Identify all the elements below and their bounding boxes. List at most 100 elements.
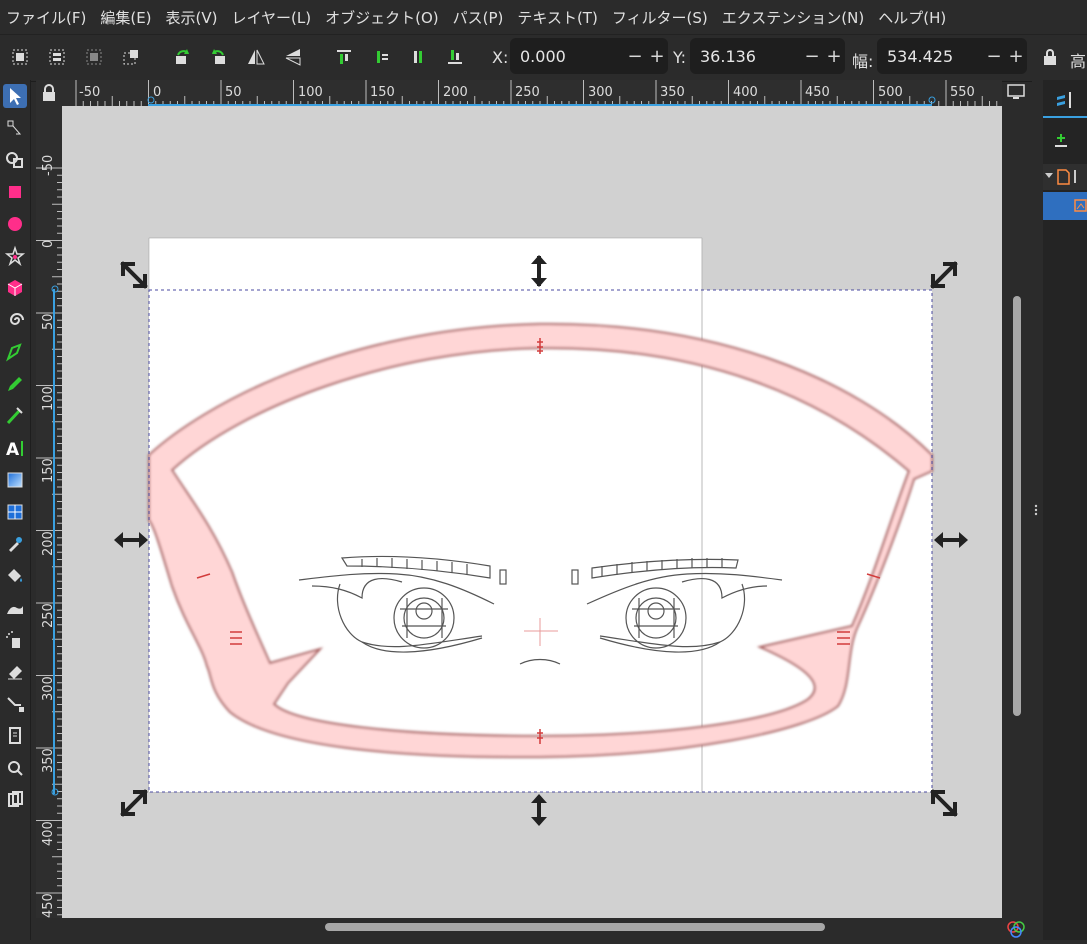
menu-edit[interactable]: 編集(E)	[100, 7, 151, 28]
text-icon[interactable]: A	[3, 436, 27, 460]
menu-view[interactable]: 表示(V)	[166, 7, 218, 28]
tweak-icon[interactable]	[3, 596, 27, 620]
vertical-scrollbar[interactable]	[1002, 106, 1032, 918]
vruler-label: 150	[41, 458, 56, 483]
star-icon[interactable]	[3, 244, 27, 268]
vruler-label: 400	[41, 821, 56, 846]
menu-object[interactable]: オブジェクト(O)	[325, 7, 439, 28]
x-label: X:	[492, 48, 509, 67]
ellipse-icon[interactable]	[3, 212, 27, 236]
gradient-icon[interactable]	[3, 468, 27, 492]
select-all-layers-icon[interactable]	[47, 47, 67, 67]
vertical-ruler[interactable]: -50 0 50 100 150 200 250 300 350 400 450	[36, 106, 62, 918]
dock-grip-icon[interactable]	[1033, 501, 1039, 516]
hruler-label: 200	[443, 85, 468, 100]
vruler-label: 50	[41, 313, 56, 330]
lower-icon[interactable]	[408, 47, 428, 67]
pencil-icon[interactable]	[3, 372, 27, 396]
color-management-icon[interactable]	[1004, 918, 1028, 940]
deselect-icon[interactable]	[84, 47, 104, 67]
menu-extensions[interactable]: エクステンション(N)	[722, 7, 864, 28]
toolbox: A	[0, 80, 31, 940]
pen-icon[interactable]	[3, 340, 27, 364]
connector-icon[interactable]	[3, 692, 27, 716]
menu-help[interactable]: ヘルプ(H)	[878, 7, 946, 28]
layer-row-selected[interactable]	[1043, 192, 1087, 220]
hruler-label: 300	[588, 85, 613, 100]
vruler-label: 350	[41, 748, 56, 773]
spiral-icon[interactable]	[3, 308, 27, 332]
y-field[interactable]: 36.136 − +	[690, 38, 845, 74]
raise-to-top-icon[interactable]	[334, 47, 354, 67]
width-value[interactable]: 534.425	[887, 47, 983, 66]
hruler-label: -50	[79, 85, 101, 100]
vruler-label: 0	[41, 239, 56, 248]
y-value[interactable]: 36.136	[700, 47, 801, 66]
horizontal-scrollbar[interactable]	[62, 918, 1002, 940]
drawing-canvas[interactable]	[62, 106, 1002, 918]
menu-path[interactable]: パス(P)	[453, 7, 504, 28]
x-decrement-button[interactable]: −	[624, 46, 646, 67]
dropper-icon[interactable]	[3, 532, 27, 556]
layer-row[interactable]	[1043, 164, 1087, 190]
eraser-icon[interactable]	[3, 660, 27, 684]
rotate-cw-icon[interactable]	[209, 47, 229, 67]
measure-icon[interactable]	[3, 788, 27, 812]
raise-icon[interactable]	[371, 47, 391, 67]
vruler-label: 250	[41, 603, 56, 628]
menu-filter[interactable]: フィルター(S)	[612, 7, 708, 28]
hruler-label: 450	[805, 85, 830, 100]
menu-text[interactable]: テキスト(T)	[517, 7, 597, 28]
horizontal-ruler[interactable]: -50 0 50 100 150 200 250 300 350 400 450…	[62, 80, 1002, 106]
rectangle-icon[interactable]	[3, 180, 27, 204]
menu-file[interactable]: ファイル(F)	[6, 7, 86, 28]
mesh-icon[interactable]	[3, 500, 27, 524]
width-increment-button[interactable]: +	[1005, 46, 1027, 67]
hruler-label: 500	[878, 85, 903, 100]
x-field[interactable]: 0.000 − +	[510, 38, 668, 74]
hruler-label: 550	[950, 85, 975, 100]
x-value[interactable]: 0.000	[520, 47, 624, 66]
add-layer-icon[interactable]	[1051, 130, 1071, 150]
menu-layer[interactable]: レイヤー(L)	[232, 7, 312, 28]
vertical-scroll-thumb[interactable]	[1013, 296, 1021, 716]
flip-horizontal-icon[interactable]	[246, 47, 266, 67]
vruler-label: 200	[41, 531, 56, 556]
svg-text:A: A	[6, 440, 20, 460]
lock-ratio-icon[interactable]	[1040, 47, 1060, 67]
guides-lock-icon[interactable]	[36, 80, 62, 106]
width-decrement-button[interactable]: −	[983, 46, 1005, 67]
hruler-label: 250	[515, 85, 540, 100]
invert-selection-icon[interactable]	[121, 47, 141, 67]
hruler-label: 400	[733, 85, 758, 100]
flip-vertical-icon[interactable]	[283, 47, 303, 67]
zoom-icon[interactable]	[3, 756, 27, 780]
lower-to-bottom-icon[interactable]	[445, 47, 465, 67]
width-label: 幅:	[852, 52, 874, 71]
vruler-label: 300	[41, 676, 56, 701]
calligraphy-icon[interactable]	[3, 404, 27, 428]
spray-icon[interactable]	[3, 628, 27, 652]
selector-icon[interactable]	[3, 84, 27, 108]
x-increment-button[interactable]: +	[646, 46, 668, 67]
menu-bar: ファイル(F) 編集(E) 表示(V) レイヤー(L) オブジェクト(O) パス…	[0, 0, 1087, 34]
select-all-icon[interactable]	[10, 47, 30, 67]
shape-builder-icon[interactable]	[3, 148, 27, 172]
width-field[interactable]: 534.425 − +	[877, 38, 1027, 74]
display-mode-icon[interactable]	[1004, 82, 1028, 102]
vruler-label: 450	[41, 893, 56, 918]
rotate-ccw-icon[interactable]	[172, 47, 192, 67]
box3d-icon[interactable]	[3, 276, 27, 300]
hruler-label: 0	[153, 85, 162, 100]
layers-panel	[1043, 80, 1087, 940]
pages-icon[interactable]	[3, 724, 27, 748]
y-decrement-button[interactable]: −	[801, 46, 823, 67]
layers-tab-icon[interactable]	[1053, 88, 1083, 116]
paint-bucket-icon[interactable]	[3, 564, 27, 588]
y-label: Y:	[673, 48, 687, 67]
horizontal-scroll-thumb[interactable]	[325, 923, 825, 931]
node-icon[interactable]	[3, 116, 27, 140]
y-increment-button[interactable]: +	[823, 46, 845, 67]
right-dock	[1032, 80, 1087, 940]
hruler-label: 150	[370, 85, 395, 100]
